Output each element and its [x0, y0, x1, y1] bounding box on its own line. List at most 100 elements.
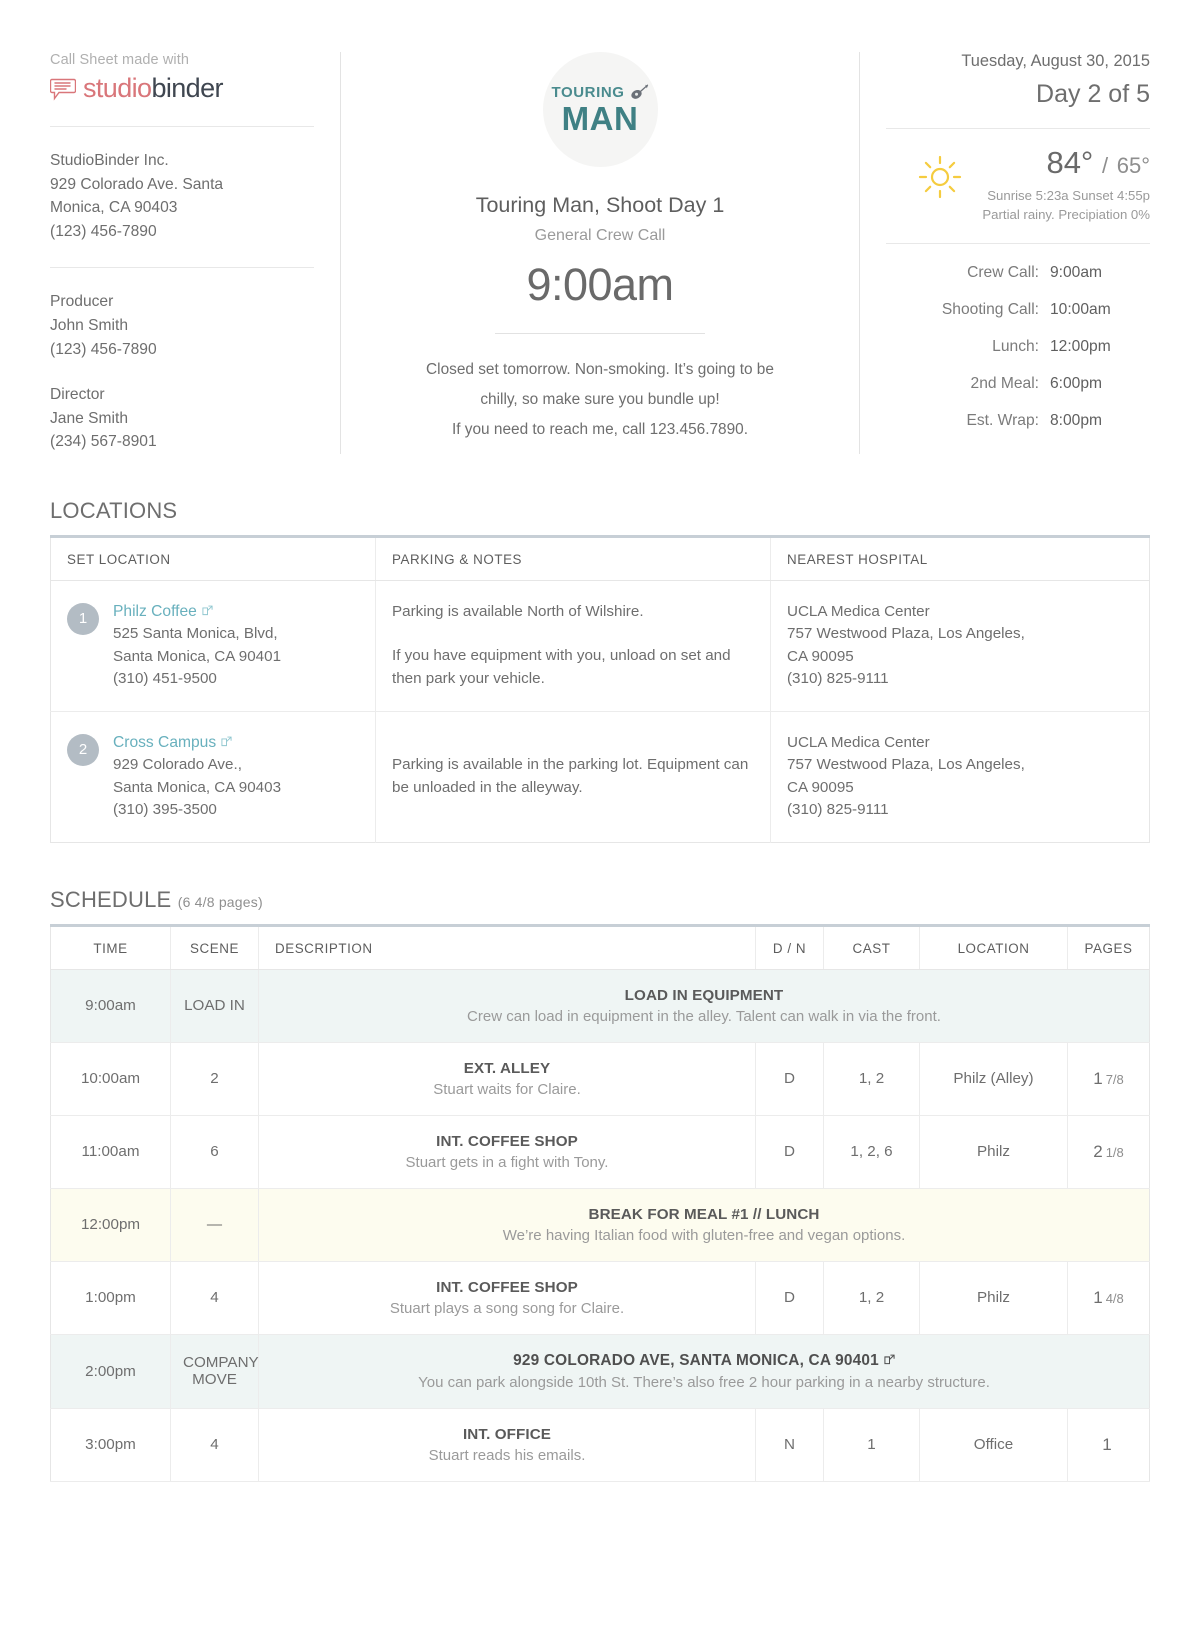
schedule-scene: 4 — [170, 1408, 259, 1482]
external-link-icon — [884, 1354, 895, 1365]
table-row: 1 Philz Coffee 525 Santa Monica, Blvd, S… — [50, 580, 1150, 712]
schedule-description-title: INT. OFFICE — [462, 1425, 551, 1443]
studiobinder-wordmark: studiobinder — [83, 73, 224, 103]
column-header-scene: SCENE — [170, 925, 259, 970]
call-sheet-header: Call Sheet made with studiobinder Studio… — [50, 0, 1150, 454]
schedule-description-subtitle: Stuart plays a song song for Claire. — [389, 1299, 625, 1317]
temp-high: 84° — [1046, 145, 1094, 180]
header-center-column: TOURING MAN Touring Man, Shoot Day 1 Gen… — [340, 52, 860, 454]
schedule-location: Philz (Alley) — [919, 1042, 1068, 1116]
schedule-header-row: TIME SCENE DESCRIPTION D / N CAST LOCATI… — [50, 925, 1150, 970]
company-address-1: 929 Colorado Ave. Santa — [50, 175, 224, 193]
schedule-pages: 1 — [1067, 1408, 1150, 1482]
schedule-cast: 1 — [823, 1408, 920, 1482]
hospital-phone: (310) 825-9111 — [787, 670, 889, 688]
pages-whole: 1 — [1093, 1068, 1103, 1088]
weather-conditions: Partial rainy. Precipiation 0% — [982, 207, 1150, 222]
schedule-day-night: D — [755, 1042, 824, 1116]
location-name: Philz Coffee — [113, 602, 197, 620]
schedule-scene: 2 — [170, 1042, 259, 1116]
schedule-description-title: BREAK FOR MEAL #1 // LUNCH — [588, 1205, 820, 1223]
locations-section-title: LOCATIONS — [50, 497, 178, 523]
column-header-set-location: SET LOCATION — [50, 536, 376, 581]
schedule-location: Office — [919, 1408, 1068, 1482]
temp-separator: / — [1101, 153, 1109, 178]
day-of-schedule: Day 2 of 5 — [1036, 80, 1150, 108]
key-time-row: Crew Call: 9:00am — [886, 264, 1150, 282]
schedule-scene: 6 — [170, 1115, 259, 1189]
schedule-cast: 1, 2 — [823, 1042, 920, 1116]
location-link[interactable]: Cross Campus — [113, 732, 281, 755]
hospital-address-1: 757 Westwood Plaza, Los Angeles, — [787, 756, 1025, 774]
pages-fraction: 7/8 — [1105, 1071, 1124, 1087]
parking-note: If you have equipment with you, unload o… — [392, 647, 731, 687]
production-logo: TOURING MAN — [542, 52, 658, 167]
key-time-value: 12:00pm — [1050, 338, 1111, 355]
schedule-description-subtitle: Crew can load in equipment in the alley.… — [467, 1007, 941, 1025]
table-row: 1:00pm 4 INT. COFFEE SHOP Stuart plays a… — [50, 1261, 1150, 1335]
note-line-3: If you need to reach me, call 123.456.78… — [451, 421, 749, 438]
schedule-pages: 2 1/8 — [1067, 1115, 1150, 1189]
schedule-description-title: EXT. ALLEY — [463, 1059, 551, 1077]
key-time-row: 2nd Meal: 6:00pm — [886, 375, 1150, 393]
external-link-icon — [221, 736, 232, 747]
divider — [50, 126, 314, 127]
divider — [886, 243, 1150, 244]
schedule-description: LOAD IN EQUIPMENT Crew can load in equip… — [258, 969, 1150, 1043]
parking-notes-cell: Parking is available in the parking lot.… — [375, 711, 771, 843]
company-phone: (123) 456-7890 — [50, 222, 157, 240]
table-row: 11:00am 6 INT. COFFEE SHOP Stuart gets i… — [50, 1115, 1150, 1189]
key-time-value: 10:00am — [1050, 301, 1111, 318]
production-logo-text: TOURING MAN — [551, 84, 648, 135]
schedule-scene: LOAD IN — [170, 969, 259, 1043]
location-address-1: 929 Colorado Ave., — [113, 756, 242, 774]
schedule-description: EXT. ALLEY Stuart waits for Claire. — [258, 1042, 756, 1116]
external-link-icon — [202, 605, 213, 616]
hospital-name: UCLA Medica Center — [787, 733, 930, 751]
made-with-label: Call Sheet made with — [50, 52, 190, 68]
note-line-1: Closed set tomorrow. Non-smoking. It’s g… — [426, 361, 774, 378]
schedule-table: TIME SCENE DESCRIPTION D / N CAST LOCATI… — [50, 923, 1150, 1482]
hospital-address-2: CA 90095 — [787, 778, 854, 796]
divider — [886, 128, 1150, 129]
sun-icon — [919, 155, 962, 199]
schedule-day-night: N — [755, 1408, 824, 1482]
key-time-value: 6:00pm — [1050, 375, 1103, 392]
schedule-pages: 1 7/8 — [1067, 1042, 1150, 1116]
table-row: 2:00pm COMPANY MOVE 929 COLORADO AVE, SA… — [50, 1334, 1150, 1409]
general-crew-call-time: 9:00am — [526, 259, 674, 310]
location-address-2: Santa Monica, CA 90403 — [113, 778, 282, 796]
shoot-date: Tuesday, August 30, 2015 — [961, 52, 1150, 70]
location-phone: (310) 451-9500 — [113, 670, 217, 688]
page-title: Touring Man, Shoot Day 1 — [475, 193, 725, 217]
contact-phone: (234) 567-8901 — [50, 433, 157, 451]
key-time-label: Crew Call: — [967, 264, 1039, 281]
contact-name: Jane Smith — [50, 409, 129, 427]
location-badge: 1 — [67, 602, 99, 635]
schedule-location: Philz — [919, 1115, 1068, 1189]
speech-bubble-icon — [50, 78, 76, 101]
studiobinder-logo: studiobinder — [50, 75, 314, 102]
locations-header-row: SET LOCATION PARKING & NOTES NEAREST HOS… — [50, 536, 1150, 581]
company-move-address-link[interactable]: 929 COLORADO AVE, SANTA MONICA, CA 90401 — [271, 1352, 1137, 1370]
schedule-time: 11:00am — [50, 1115, 171, 1189]
schedule-day-night: D — [755, 1115, 824, 1189]
hospital-phone: (310) 825-9111 — [787, 801, 889, 819]
guitar-icon — [630, 84, 648, 99]
hospital-address-2: CA 90095 — [787, 647, 854, 665]
column-header-pages: PAGES — [1067, 925, 1150, 970]
logo-top-text: TOURING — [551, 84, 625, 101]
contact-producer: Producer John Smith (123) 456-7890 — [50, 290, 314, 361]
location-link[interactable]: Philz Coffee — [113, 601, 281, 624]
set-location-cell: 2 Cross Campus 929 Colorado Ave., Santa … — [50, 711, 376, 843]
column-header-time: TIME — [50, 925, 171, 970]
schedule-time: 10:00am — [50, 1042, 171, 1116]
table-row: 2 Cross Campus 929 Colorado Ave., Santa … — [50, 711, 1150, 843]
location-phone: (310) 395-3500 — [113, 801, 217, 819]
call-sheet-page: Call Sheet made with studiobinder Studio… — [0, 0, 1200, 1482]
pages-fraction: 4/8 — [1105, 1290, 1124, 1306]
column-header-parking-notes: PARKING & NOTES — [375, 536, 771, 581]
brand-second: binder — [151, 73, 223, 103]
pages-fraction: 1/8 — [1105, 1144, 1124, 1160]
location-name: Cross Campus — [113, 733, 217, 751]
